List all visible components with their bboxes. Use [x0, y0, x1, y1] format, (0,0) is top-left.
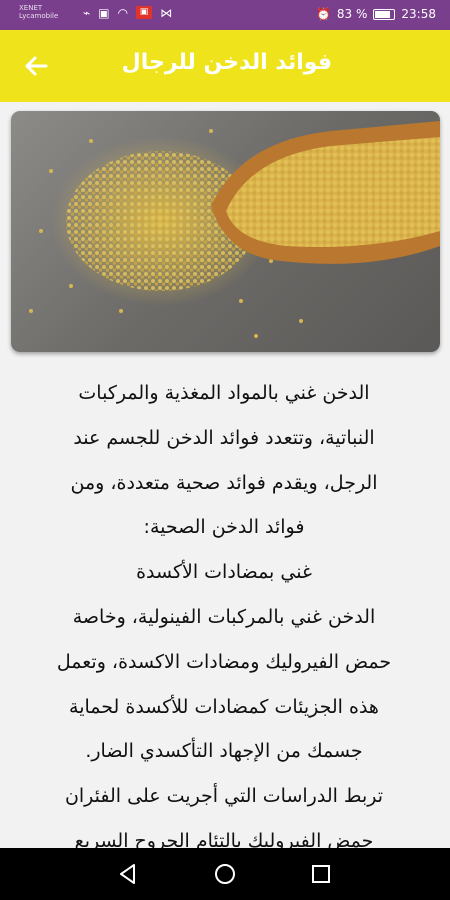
- wifi-icon: ◠: [117, 6, 129, 20]
- arrow-back-icon[interactable]: [20, 50, 52, 82]
- nav-back-icon[interactable]: [116, 862, 140, 886]
- article-line: جسمك من الإجهاد التأكسدي الضار.: [85, 740, 363, 763]
- article-line: هذه الجزيئات كمضادات للأكسدة لحماية: [69, 695, 379, 718]
- article-line: الدخن غني بالمواد المغذية والمركبات: [78, 382, 370, 404]
- image-icon: ▣: [98, 6, 110, 20]
- carrier-line1: XENET: [19, 4, 43, 12]
- article-line: الدخن غني بالمركبات الفينولية، وخاصة: [72, 605, 376, 628]
- app-bar: فوائد الدخن للرجال: [0, 30, 450, 102]
- article-line: النباتية، وتتعدد فوائد الدخن للجسم عند: [73, 426, 375, 449]
- battery-icon: [373, 8, 396, 20]
- vpn-icon: ⋈: [160, 6, 173, 20]
- article-line: تربط الدراسات التي أجريت على الفئران: [64, 785, 384, 808]
- page-title: فوائد الدخن للرجال: [121, 50, 332, 75]
- article-body: الدخن غني بالمواد المغذية والمركبات النب…: [12, 371, 436, 864]
- article-line: الرجل، ويقدم فوائد صحية متعددة، ومن: [70, 471, 378, 494]
- app-notification-icon: ▣: [136, 6, 153, 19]
- nav-home-icon[interactable]: [213, 862, 237, 886]
- article-subheading: غني بمضادات الأكسدة: [136, 561, 312, 584]
- article-line: فوائد الدخن الصحية:: [143, 516, 305, 539]
- status-bar: XENET Lycamobile ⌁ ▣ ◠ ▣ ⋈ ⏰ 83 % 23:58: [0, 0, 450, 30]
- millet-illustration: [29, 121, 440, 338]
- carrier-line2: Lycamobile: [19, 12, 59, 20]
- article-line: حمض الفيروليك ومضادات الاكسدة، وتعمل: [56, 650, 392, 673]
- battery-percent: 83 %: [336, 7, 368, 21]
- system-nav-bar: [0, 848, 450, 900]
- alarm-icon: ⏰: [315, 7, 331, 21]
- usb-icon: ⌁: [83, 6, 91, 20]
- carrier-label: XENET Lycamobile: [19, 4, 58, 20]
- notification-icons: ⌁ ▣ ◠ ▣ ⋈: [83, 6, 172, 20]
- status-right: ⏰ 83 % 23:58: [316, 7, 436, 21]
- clock: 23:58: [401, 7, 436, 21]
- nav-recents-icon[interactable]: [309, 862, 333, 886]
- millet-image: [11, 111, 440, 352]
